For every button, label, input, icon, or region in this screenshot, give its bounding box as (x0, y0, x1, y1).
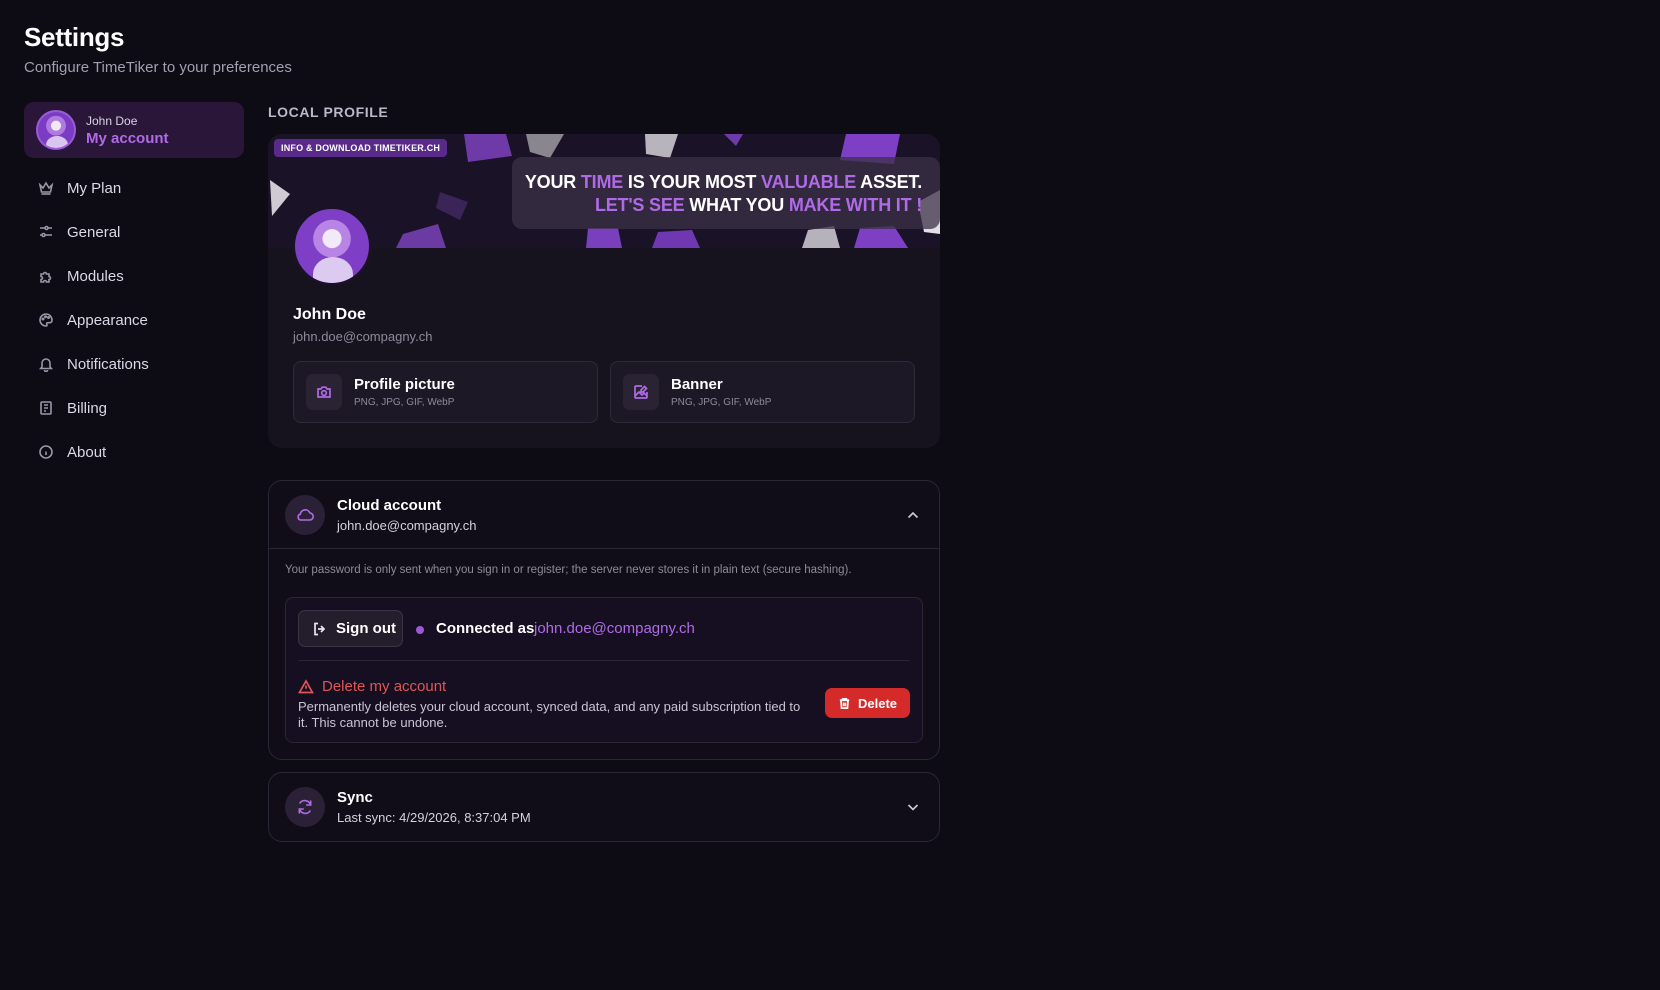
settings-sidebar: John Doe My account My Plan General Modu… (24, 102, 244, 474)
quote-highlight: MAKE WITH IT ! (788, 195, 922, 215)
sync-header[interactable]: Sync Last sync: 4/29/2026, 8:37:04 PM (269, 773, 939, 841)
cloud-account-panel: Cloud account john.doe@compagny.ch Your … (268, 480, 940, 760)
connected-email-link[interactable]: john.doe@compagny.ch (534, 620, 695, 637)
chevron-down-icon[interactable] (905, 799, 921, 815)
sidebar-item-general[interactable]: General (24, 210, 244, 254)
receipt-icon (40, 401, 52, 415)
sidebar-item-label: Appearance (67, 311, 148, 329)
sidebar-account-name: John Doe (86, 113, 138, 128)
avatar (36, 110, 76, 150)
sidebar-item-label: About (67, 443, 107, 461)
account-actions-box: Sign out Connected as john.doe@compagny.… (285, 597, 923, 743)
sign-out-label: Sign out (336, 620, 396, 637)
profile-email: john.doe@compagny.ch (293, 329, 433, 344)
sidebar-item-label: My Plan (67, 179, 122, 197)
quote-highlight: LET'S SEE (594, 195, 685, 215)
camera-icon (306, 374, 342, 410)
sidebar-item-my-plan[interactable]: My Plan (24, 166, 244, 210)
chevron-up-icon[interactable] (905, 507, 921, 523)
banner-quote-line2: LET'S SEE WHAT YOU MAKE WITH IT ! (512, 194, 922, 217)
delete-account-description: Permanently deletes your cloud account, … (298, 699, 801, 730)
sidebar-account-label: My account (86, 129, 169, 147)
sync-icon (285, 787, 325, 827)
cloud-icon (285, 494, 325, 535)
connected-label: Connected as (436, 620, 535, 637)
delete-account-title: Delete my account (322, 678, 447, 695)
page-title: Settings (24, 22, 125, 52)
profile-name: John Doe (293, 306, 366, 323)
sidebar-item-appearance[interactable]: Appearance (24, 298, 244, 342)
section-label-local-profile: LOCAL PROFILE (268, 104, 389, 120)
palette-icon (39, 313, 53, 327)
sign-out-button[interactable]: Sign out (298, 610, 403, 647)
upload-banner-button[interactable]: Banner PNG, JPG, GIF, WebP (610, 361, 915, 423)
delete-account-button[interactable]: Delete (825, 688, 910, 718)
sidebar-item-label: Modules (67, 267, 124, 285)
quote-highlight: TIME (580, 172, 624, 192)
quote-text: IS YOUR MOST (623, 172, 761, 192)
sidebar-item-about[interactable]: About (24, 430, 244, 474)
sidebar-item-my-account[interactable]: John Doe My account (24, 102, 244, 158)
local-profile-card: INFO & DOWNLOAD TIMETIKER.CH YOUR TIME I… (268, 134, 940, 448)
sync-title: Sync (337, 789, 373, 806)
profile-avatar[interactable] (292, 206, 372, 286)
delete-button-label: Delete (857, 695, 898, 711)
banner-quote: YOUR TIME IS YOUR MOST VALUABLE ASSET. L… (512, 157, 940, 229)
trash-icon (839, 697, 850, 709)
upload-title: Profile picture (354, 376, 455, 393)
sidebar-item-modules[interactable]: Modules (24, 254, 244, 298)
quote-highlight: VALUABLE (760, 172, 857, 192)
page-subtitle: Configure TimeTiker to your preferences (24, 59, 292, 76)
sliders-icon (40, 225, 52, 238)
crown-icon (38, 181, 54, 195)
image-edit-icon (623, 374, 659, 410)
upload-formats: PNG, JPG, GIF, WebP (671, 397, 772, 408)
cloud-account-email: john.doe@compagny.ch (337, 517, 477, 533)
divider (298, 660, 910, 661)
sidebar-item-label: Billing (67, 399, 108, 417)
quote-text: WHAT YOU (684, 195, 789, 215)
last-sync-time: Last sync: 4/29/2026, 8:37:04 PM (337, 810, 531, 825)
connection-status-dot (416, 626, 424, 634)
sync-panel: Sync Last sync: 4/29/2026, 8:37:04 PM (268, 772, 940, 842)
cloud-account-title: Cloud account (337, 496, 442, 514)
password-note: Your password is only sent when you sign… (285, 564, 852, 576)
quote-text: YOUR (524, 172, 581, 192)
upload-profile-picture-button[interactable]: Profile picture PNG, JPG, GIF, WebP (293, 361, 598, 423)
sidebar-item-billing[interactable]: Billing (24, 386, 244, 430)
upload-title: Banner (671, 376, 723, 393)
puzzle-icon (40, 271, 52, 283)
banner-quote-line1: YOUR TIME IS YOUR MOST VALUABLE ASSET. (512, 171, 922, 194)
bell-icon (38, 358, 54, 372)
log-out-icon (314, 622, 326, 635)
warning-icon (298, 678, 314, 693)
sidebar-item-label: General (67, 223, 121, 241)
sidebar-item-notifications[interactable]: Notifications (24, 342, 244, 386)
sidebar-item-label: Notifications (67, 355, 149, 373)
banner-tag: INFO & DOWNLOAD TIMETIKER.CH (274, 139, 448, 157)
upload-formats: PNG, JPG, GIF, WebP (354, 397, 455, 408)
cloud-account-header[interactable]: Cloud account john.doe@compagny.ch (269, 481, 939, 549)
delete-account-heading: Delete my account (298, 678, 446, 695)
info-icon (39, 445, 53, 459)
quote-text: ASSET. (856, 172, 922, 192)
